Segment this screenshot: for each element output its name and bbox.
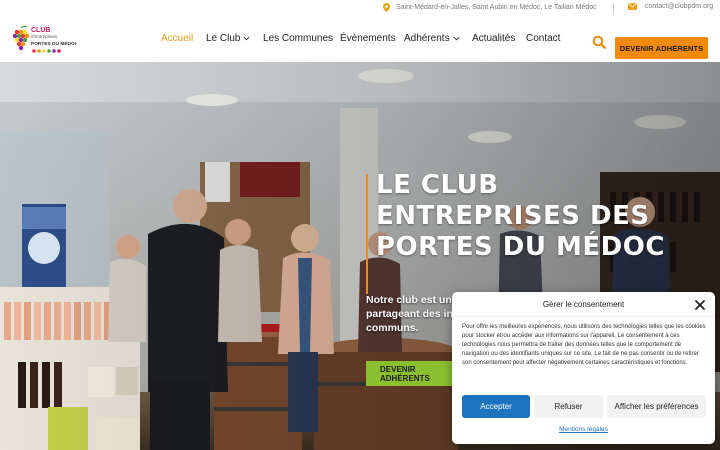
address-text: Saint-Médard-en-Jalles, Saint Aubin en M… — [396, 4, 597, 11]
nav-item-evenements[interactable]: Évènements — [340, 33, 404, 44]
consent-title: Gérer le consentement — [542, 300, 625, 309]
nav-item-accueil[interactable]: Accueil — [161, 33, 206, 44]
hero-become-member-button[interactable]: Devenir adhérents — [366, 361, 462, 386]
nav-item-actualites[interactable]: Actualités — [472, 33, 526, 44]
nav-item-les-communes[interactable]: Les Communes — [263, 33, 340, 44]
accept-button[interactable]: Accepter — [462, 395, 530, 418]
grape-icon — [12, 25, 30, 51]
address-info: Saint-Médard-en-Jalles, Saint Aubin en M… — [383, 3, 597, 12]
refuse-button[interactable]: Refuser — [534, 395, 603, 418]
primary-menu: Accueil Le Club Les Communes Évènements … — [161, 33, 566, 44]
svg-text:d'Entreprises: d'Entreprises — [31, 34, 58, 39]
nav-item-contact[interactable]: Contact — [526, 33, 566, 44]
svg-text:PORTES DU MÉDOC: PORTES DU MÉDOC — [31, 39, 76, 47]
hero-title: LE CLUB ENTREPRISES DES PORTES DU MÉDOC — [376, 170, 665, 262]
chevron-down-icon — [453, 36, 460, 41]
nav-item-le-club[interactable]: Le Club — [206, 33, 263, 44]
search-icon[interactable] — [592, 35, 606, 49]
divider — [452, 316, 715, 317]
svg-text:CLUB: CLUB — [31, 27, 50, 34]
chevron-down-icon — [244, 36, 250, 41]
close-icon[interactable] — [695, 300, 705, 310]
envelope-icon — [628, 3, 637, 10]
main-navigation: CLUB d'Entreprises PORTES DU MÉDOC Accue… — [0, 18, 720, 62]
preferences-button[interactable]: Afficher les préférences — [607, 395, 706, 418]
map-pin-icon — [383, 3, 390, 12]
email-info[interactable]: contact@clubpdm.org — [628, 3, 713, 10]
title-accent-bar — [366, 174, 368, 294]
email-link[interactable]: contact@clubpdm.org — [645, 3, 713, 10]
become-member-button[interactable]: Devenir adhérents — [615, 37, 708, 59]
consent-text: Pour offrir les meilleures expériences, … — [462, 324, 706, 366]
nav-item-adherents[interactable]: Adhérents — [404, 33, 472, 44]
legal-notice-link[interactable]: Mentions légales — [452, 426, 715, 433]
club-logo[interactable]: CLUB d'Entreprises PORTES DU MÉDOC — [10, 24, 76, 58]
top-bar: Saint-Médard-en-Jalles, Saint Aubin en M… — [0, 0, 720, 18]
divider — [613, 3, 614, 14]
cookie-consent-dialog: Gérer le consentement Pour offrir les me… — [452, 292, 715, 444]
